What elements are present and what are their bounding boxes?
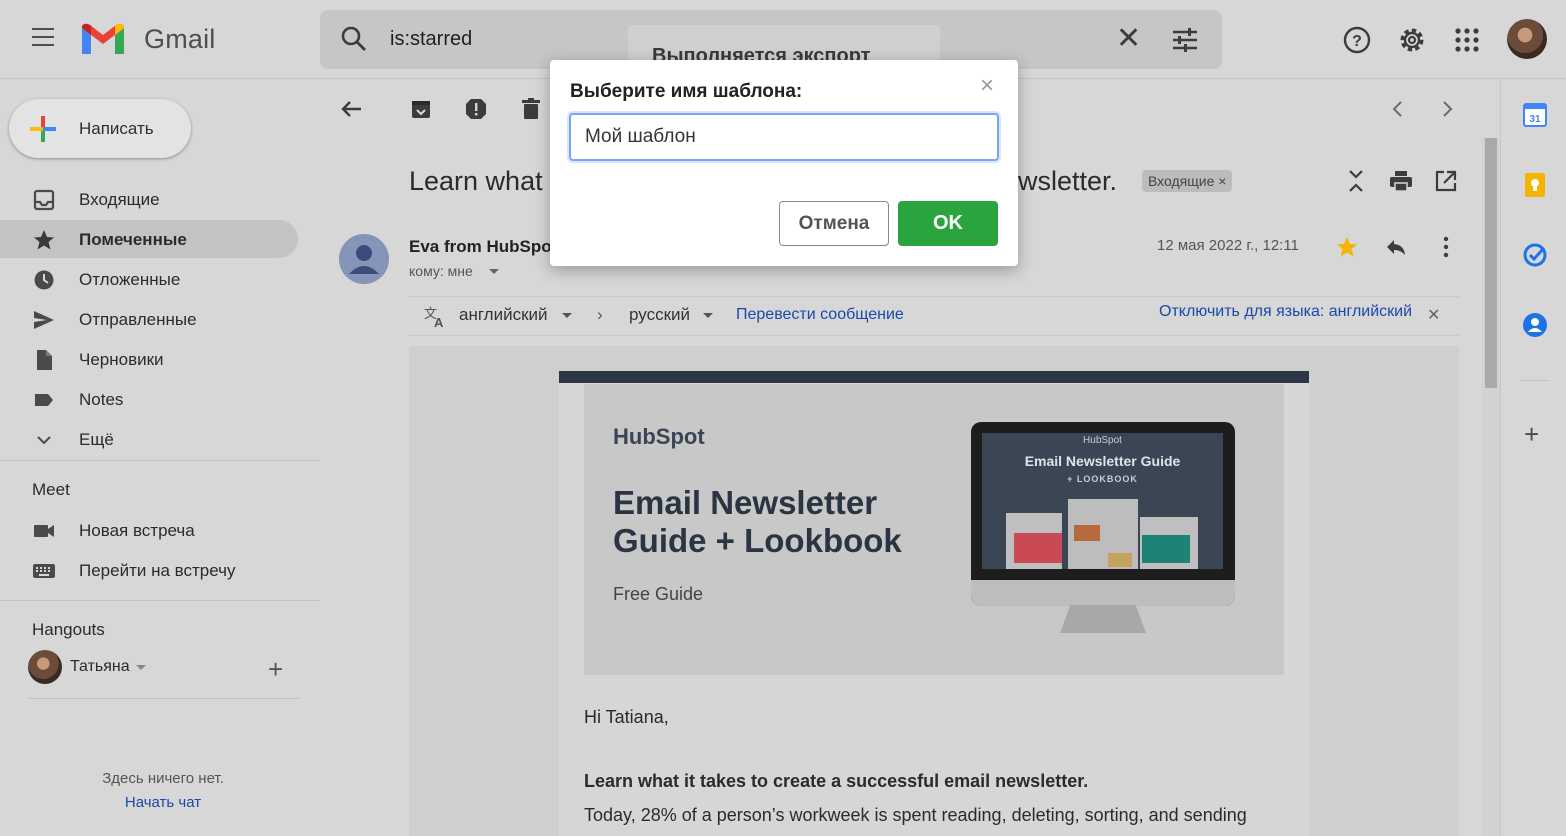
hangouts-user-name[interactable]: Татьяна xyxy=(70,658,130,676)
sidebar-item-label: Notes xyxy=(79,390,124,409)
sidebar-item-label: Отложенные xyxy=(79,270,181,289)
message-subject: Learn what xyxy=(409,166,543,196)
reply-icon[interactable] xyxy=(1383,234,1409,260)
divider xyxy=(0,460,320,461)
contacts-icon[interactable] xyxy=(1522,312,1548,338)
newer-chevron-left-icon[interactable] xyxy=(1385,96,1411,122)
chevron-right-icon: › xyxy=(597,305,603,324)
send-icon xyxy=(32,308,56,332)
divider xyxy=(0,600,320,601)
divider xyxy=(1520,380,1550,381)
hangouts-section-title: Hangouts xyxy=(32,620,105,639)
cancel-button[interactable]: Отмена xyxy=(779,201,889,246)
keep-notes-icon[interactable] xyxy=(1522,172,1548,198)
chevron-down-icon xyxy=(32,428,56,452)
svg-text:?: ? xyxy=(1352,33,1362,50)
sidebar-item-label: Помеченные xyxy=(79,230,187,249)
close-icon[interactable]: ✕ xyxy=(1427,305,1440,325)
join-meeting-label: Перейти на встречу xyxy=(79,561,236,580)
clock-icon xyxy=(32,268,56,292)
search-input[interactable]: is:starred xyxy=(390,28,472,51)
translate-message-link[interactable]: Перевести сообщение xyxy=(736,306,904,324)
account-avatar[interactable] xyxy=(1507,19,1547,59)
divider xyxy=(28,698,300,699)
gmail-logo-icon[interactable] xyxy=(80,22,126,56)
plus-icon xyxy=(28,114,58,144)
star-icon xyxy=(32,228,56,252)
archive-icon[interactable] xyxy=(408,96,434,122)
main-menu-icon[interactable] xyxy=(32,28,56,50)
sidebar-item-label: Отправленные xyxy=(79,310,197,329)
caret-down-icon[interactable] xyxy=(562,313,572,318)
more-vert-icon[interactable] xyxy=(1433,234,1459,260)
get-addons-plus-icon[interactable]: + xyxy=(1524,421,1539,447)
delete-icon[interactable] xyxy=(518,96,544,122)
message-subject-end: ewsletter. xyxy=(1003,166,1118,196)
sender-avatar[interactable] xyxy=(339,234,389,284)
starred-star-icon[interactable] xyxy=(1334,234,1360,260)
start-chat-link[interactable]: Начать чат xyxy=(0,794,326,811)
sender-name[interactable]: Eva from HubSpo xyxy=(409,237,552,257)
add-chat-plus-icon[interactable]: + xyxy=(268,656,283,682)
compose-label: Написать xyxy=(79,119,154,138)
monitor-chin xyxy=(971,580,1235,606)
print-icon[interactable] xyxy=(1388,168,1414,194)
email-greeting: Hi Tatiana, xyxy=(584,707,669,727)
monitor-screen: HubSpot Email Newsletter Guide + LOOKBOO… xyxy=(982,433,1223,569)
draft-icon xyxy=(32,348,56,372)
meet-section-title: Meet xyxy=(32,480,70,499)
search-icon[interactable] xyxy=(340,25,368,53)
svg-text:A: A xyxy=(434,315,444,329)
email-text-line: Today, 28% of a person’s workweek is spe… xyxy=(584,805,1247,825)
svg-text:31: 31 xyxy=(1529,114,1541,125)
hero-title: Email Newsletter Guide + Lookbook xyxy=(613,484,902,559)
caret-down-icon[interactable] xyxy=(136,665,146,670)
collapse-all-icon[interactable] xyxy=(1343,168,1369,194)
settings-gear-icon[interactable] xyxy=(1397,25,1427,55)
monitor-stand xyxy=(1060,605,1146,633)
scrollbar-thumb[interactable] xyxy=(1485,138,1497,388)
open-new-window-icon[interactable] xyxy=(1433,168,1459,194)
disable-translation-link[interactable]: Отключить для языка: английский xyxy=(1159,303,1412,321)
caret-down-icon[interactable] xyxy=(703,313,713,318)
email-bold-line: Learn what it takes to create a successf… xyxy=(584,771,1089,791)
caret-down-icon[interactable] xyxy=(489,269,499,274)
keyboard-icon xyxy=(32,559,56,583)
inbox-icon xyxy=(32,188,56,212)
template-name-input[interactable] xyxy=(569,113,999,161)
empty-chat-text: Здесь ничего нет. xyxy=(102,770,224,787)
app-name: Gmail xyxy=(144,24,216,54)
sidebar-item-label: Ещё xyxy=(79,430,114,449)
hangouts-avatar[interactable] xyxy=(28,650,62,684)
inbox-label-chip[interactable]: Входящие × xyxy=(1142,170,1233,192)
older-chevron-right-icon[interactable] xyxy=(1434,96,1460,122)
clear-search-icon[interactable]: ✕ xyxy=(1116,24,1141,54)
report-spam-icon[interactable] xyxy=(463,96,489,122)
hubspot-logo: HubSpot xyxy=(613,424,705,449)
back-arrow-icon[interactable] xyxy=(339,96,365,122)
hero-subtitle: Free Guide xyxy=(613,584,704,604)
new-meeting-label: Новая встреча xyxy=(79,521,195,540)
label-icon xyxy=(32,388,56,412)
dialog-title: Выберите имя шаблона: xyxy=(570,81,803,102)
apps-grid-icon[interactable] xyxy=(1452,25,1482,55)
calendar-icon[interactable]: 31 xyxy=(1522,102,1548,128)
target-language-select[interactable]: русский xyxy=(629,305,690,325)
close-icon[interactable]: × xyxy=(980,74,994,98)
search-options-icon[interactable] xyxy=(1170,26,1200,54)
sidebar-item-label: Черновики xyxy=(79,350,164,369)
translate-icon: 文A xyxy=(422,303,448,330)
message-date: 12 мая 2022 г., 12:11 xyxy=(1157,237,1299,254)
email-top-band xyxy=(559,371,1309,383)
help-icon[interactable]: ? xyxy=(1342,25,1372,55)
source-language-select[interactable]: английский xyxy=(459,305,548,325)
recipient-text: кому: мне xyxy=(409,263,473,279)
videocam-icon xyxy=(32,519,56,543)
tasks-icon[interactable] xyxy=(1522,242,1548,268)
ok-button[interactable]: OK xyxy=(898,201,998,246)
sidebar-item-label: Входящие xyxy=(79,190,160,209)
